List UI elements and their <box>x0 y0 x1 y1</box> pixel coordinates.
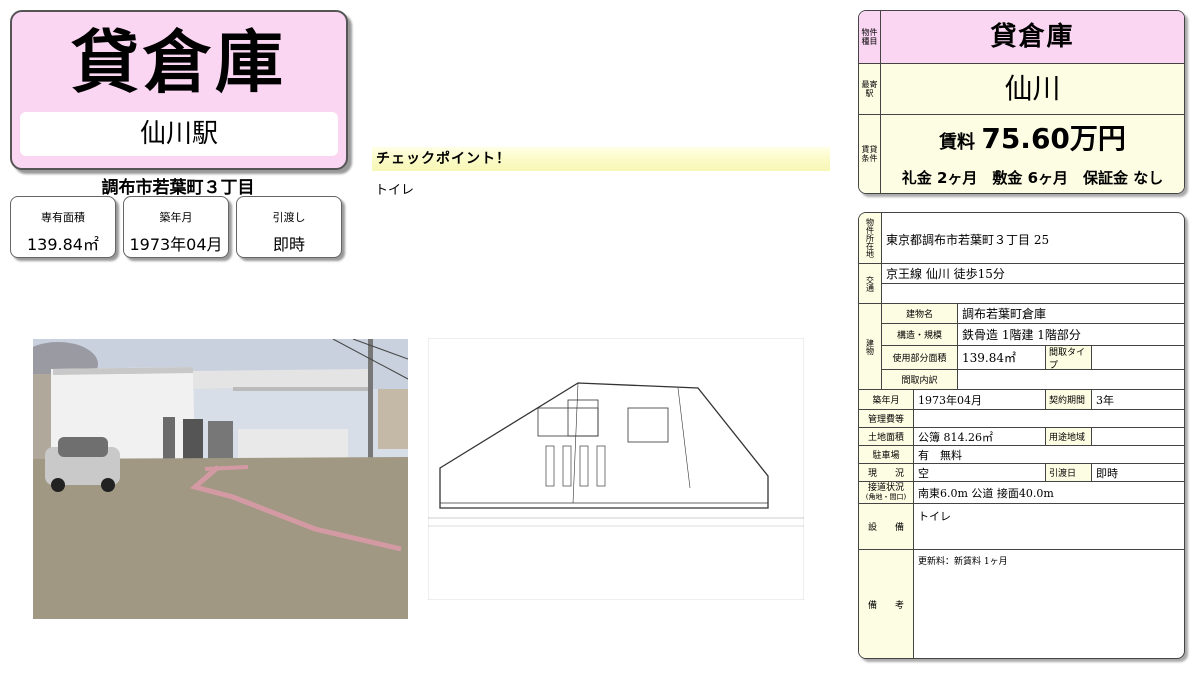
parking-label: 駐車場 <box>859 445 913 463</box>
deposit-terms: 礼金 2ヶ月 敷金 6ヶ月 保証金 なし <box>901 169 1164 187</box>
rent-value: 75.60万円 <box>981 122 1126 155</box>
checkpoint-text: トイレ <box>375 183 415 198</box>
layout-value <box>957 369 1184 389</box>
equip-label: 設 備 <box>859 503 913 549</box>
building-label: 建物 <box>859 303 881 389</box>
mgmt-value <box>913 409 1184 427</box>
land-value: 公簿 814.26㎡ <box>913 427 1045 445</box>
handover-label: 引渡日 <box>1045 463 1091 481</box>
building-name-label: 建物名 <box>881 303 957 323</box>
floor-plan-drawing <box>427 337 805 601</box>
built-card-label: 築年月 <box>159 211 193 224</box>
layout-type-label: 間取タイプ <box>1045 345 1091 371</box>
road-label: 接道状況 (角地・間口) <box>859 481 913 503</box>
handover-card-value: 即時 <box>272 235 305 254</box>
structure-value: 鉄骨造 1階建 1階部分 <box>957 323 1184 345</box>
status-label: 現 況 <box>859 463 913 481</box>
location-value: 東京都調布市若葉町３丁目 25 <box>881 213 1184 263</box>
zoning-label: 用途地域 <box>1045 427 1091 445</box>
handover-card-label: 引渡し <box>272 211 306 224</box>
road-label-sub: (角地・間口) <box>865 492 907 501</box>
terms-label: 賃貸条件 <box>859 115 881 193</box>
notes-label: 備 考 <box>859 549 913 658</box>
built-label: 築年月 <box>859 389 913 409</box>
handover-card: 引渡し 即時 <box>236 196 342 258</box>
area-card: 専有面積 139.84㎡ <box>10 196 116 258</box>
contract-label: 契約期間 <box>1045 389 1091 409</box>
terms-cell: 賃料 75.60万円 礼金 2ヶ月 敷金 6ヶ月 保証金 なし <box>881 115 1184 193</box>
building-name-value: 調布若葉町倉庫 <box>957 303 1184 323</box>
land-label: 土地面積 <box>859 427 913 445</box>
area-card-value: 139.84㎡ <box>27 235 99 254</box>
parking-value: 有 無料 <box>913 445 1184 463</box>
road-value: 南東6.0m 公道 接面40.0m <box>913 481 1184 503</box>
station-value: 仙川 <box>881 64 1184 114</box>
location-label: 物件所在地 <box>859 213 881 263</box>
built-card-value: 1973年04月 <box>129 235 223 254</box>
mgmt-label: 管理費等 <box>859 409 913 427</box>
address-line: 調布市若葉町３丁目 <box>101 178 255 198</box>
property-type-title: 貸倉庫 <box>70 24 287 103</box>
summary-table: 物件種目 貸倉庫 最寄駅 仙川 賃貸条件 賃料 75.60万円 礼金 2ヶ月 敷… <box>858 10 1185 194</box>
built-value: 1973年04月 <box>913 389 1045 409</box>
area-card-label: 専有面積 <box>41 211 85 224</box>
contract-value: 3年 <box>1091 389 1184 409</box>
road-label-text: 接道状況 <box>867 482 904 493</box>
status-value: 空 <box>913 463 1045 481</box>
details-table: 物件所在地 東京都調布市若葉町３丁目 25 交通 京王線 仙川 徒歩15分 建物… <box>858 212 1185 659</box>
station-label: 最寄駅 <box>859 64 881 114</box>
equip-value: トイレ <box>913 503 1184 549</box>
traffic-label: 交通 <box>859 263 881 303</box>
notes-value: 更新料：新賃料 1ヶ月 <box>913 549 1184 658</box>
type-value: 貸倉庫 <box>881 11 1184 63</box>
building-label-text: 建物 <box>865 338 875 355</box>
checkpoint-heading: チェックポイント！ <box>372 147 830 171</box>
layout-label: 間取内訳 <box>881 369 957 389</box>
structure-label: 構造・規模 <box>881 323 957 345</box>
traffic-value: 京王線 仙川 徒歩15分 <box>881 263 1184 283</box>
layout-type-value <box>1091 345 1184 369</box>
area-label: 使用部分面積 <box>881 345 957 369</box>
property-photo <box>33 339 408 619</box>
location-label-text: 物件所在地 <box>865 218 875 258</box>
handover-value: 即時 <box>1091 463 1184 481</box>
station-name: 仙川駅 <box>20 112 338 156</box>
zoning-value <box>1091 427 1184 445</box>
area-value: 139.84㎡ <box>957 345 1045 369</box>
traffic-label-text: 交通 <box>865 275 875 292</box>
built-card: 築年月 1973年04月 <box>123 196 229 258</box>
rent-label: 賃料 <box>939 132 976 153</box>
traffic-empty <box>881 283 1184 303</box>
property-type-panel: 貸倉庫 仙川駅 <box>10 10 348 170</box>
type-label: 物件種目 <box>859 11 881 63</box>
